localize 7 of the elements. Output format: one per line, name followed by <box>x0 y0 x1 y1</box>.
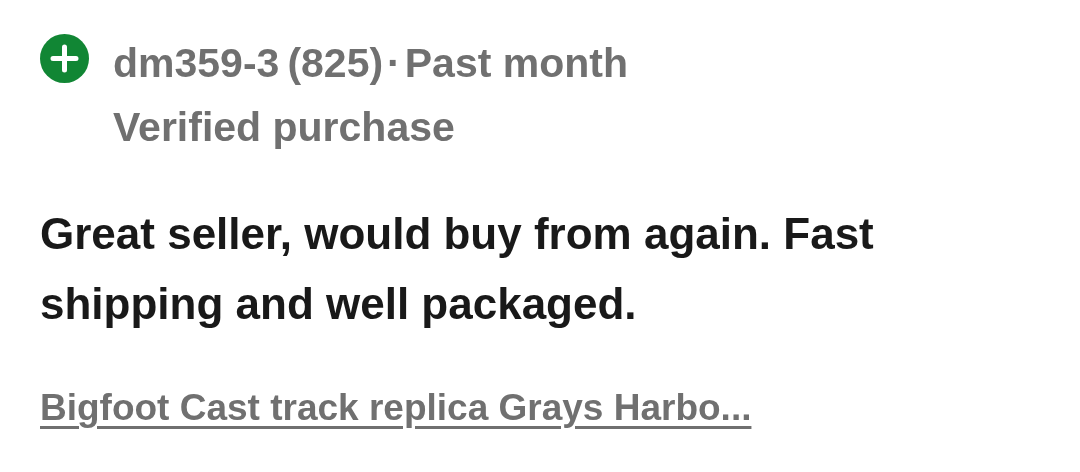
verified-label: Verified purchase <box>113 103 455 150</box>
item-link[interactable]: Bigfoot Cast track replica Grays Harbo... <box>40 379 752 436</box>
username: dm359-3 <box>113 39 280 88</box>
feedback-score: (825) <box>287 39 384 88</box>
review-time: Past month <box>404 39 628 88</box>
separator-dot: · <box>387 39 401 88</box>
review-text: Great seller, would buy from again. Fast shipping and well packaged. <box>40 208 875 331</box>
